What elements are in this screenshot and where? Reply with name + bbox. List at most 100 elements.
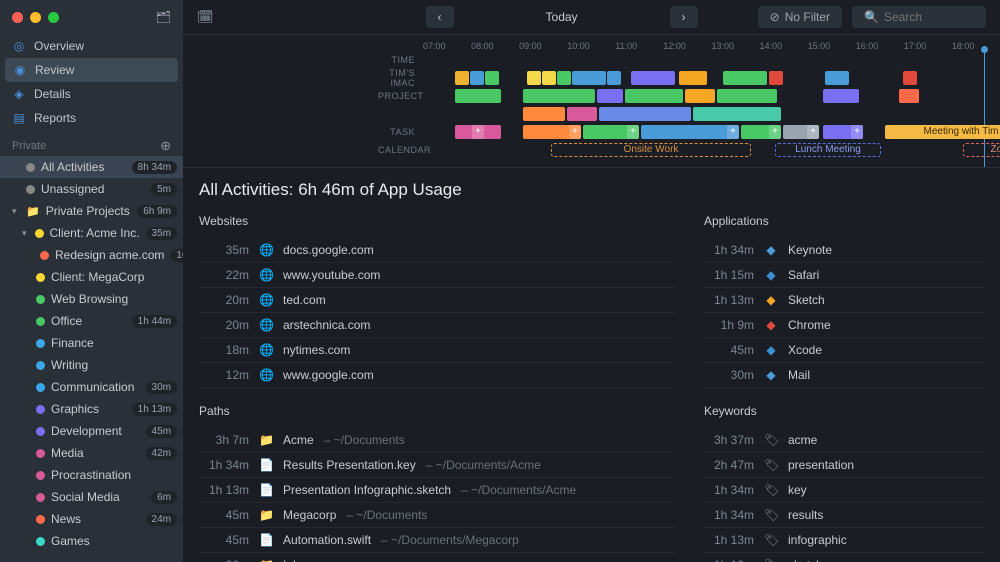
tree-item[interactable]: ▾📁Private Projects6h 9m (0, 200, 183, 222)
list-item[interactable]: 1h 9m◆Chrome (704, 313, 984, 338)
tree-item[interactable]: Writing (0, 354, 183, 376)
timeline-device-track[interactable] (423, 70, 990, 86)
app-icon: ◆ (764, 343, 778, 357)
section-team: Acme Team ⊕ (0, 552, 183, 562)
tree-item[interactable]: All Activities8h 34m (0, 156, 183, 178)
list-item[interactable]: 20m🌐arstechnica.com (199, 313, 674, 338)
list-item[interactable]: 45m◆Xcode (704, 338, 984, 363)
globe-icon: 🌐 (259, 243, 273, 257)
duration: 20m (203, 293, 249, 307)
list-item[interactable]: 45m📄Automation.swift – ~/Documents/Megac… (199, 528, 674, 553)
tree-item[interactable]: News24m (0, 508, 183, 530)
timeline-hour: 18:00 (952, 41, 1000, 51)
list-item[interactable]: 45m📁Megacorp – ~/Documents (199, 503, 674, 528)
duration-badge: 1h 44m (132, 315, 177, 328)
tree-item[interactable]: Finance (0, 332, 183, 354)
prev-day-button[interactable]: ‹ (426, 6, 454, 28)
list-item[interactable]: 20m🌐ted.com (199, 288, 674, 313)
add-private-icon[interactable]: ⊕ (160, 138, 171, 154)
tree-item[interactable]: ▾Client: Acme Inc.35m (0, 222, 183, 244)
list-item[interactable]: 1h 13m◆Sketch (704, 288, 984, 313)
path-name: Megacorp (283, 508, 336, 522)
tree-item[interactable]: Web Browsing (0, 288, 183, 310)
list-item[interactable]: 1h 13m📄Presentation Infographic.sketch –… (199, 478, 674, 503)
tl-label-calendar: CALENDAR (378, 145, 423, 155)
list-item[interactable]: 1h 15m◆Safari (704, 263, 984, 288)
nav-reports[interactable]: ▤ Reports (0, 106, 183, 130)
calendar-icon[interactable]: 🗓 (197, 9, 214, 25)
timeline-hour: 11:00 (615, 41, 663, 51)
duration-badge: 5m (151, 183, 177, 196)
list-item[interactable]: 18m🌐nytimes.com (199, 338, 674, 363)
list-item[interactable]: 1h 13m🏷sketch (704, 553, 984, 562)
tag-icon: 🏷 (764, 483, 778, 497)
tree-item[interactable]: Unassigned5m (0, 178, 183, 200)
color-dot-icon (26, 163, 35, 172)
tree-label: Graphics (51, 402, 99, 416)
tree-item[interactable]: Redesign acme.com10m (0, 244, 183, 266)
page-title: All Activities: 6h 46m of App Usage (199, 180, 984, 200)
app-icon: ◆ (764, 243, 778, 257)
list-item[interactable]: 30m📁Inbox (199, 553, 674, 562)
duration: 1h 34m (203, 458, 249, 472)
nav-overview[interactable]: ◎ Overview (0, 34, 183, 58)
maximize-window-icon[interactable] (48, 12, 59, 23)
list-item[interactable]: 35m🌐docs.google.com (199, 238, 674, 263)
tree-item[interactable]: Graphics1h 13m (0, 398, 183, 420)
app-name: Mail (788, 368, 810, 382)
tree-item[interactable]: Games (0, 530, 183, 552)
globe-icon: 🌐 (259, 318, 273, 332)
date-label[interactable]: Today (466, 6, 658, 28)
tree-item[interactable]: Client: MegaCorp (0, 266, 183, 288)
duration: 1h 13m (708, 293, 754, 307)
list-item[interactable]: 3h 7m📁Acme – ~/Documents (199, 428, 674, 453)
filter-button[interactable]: ⊘ No Filter (758, 6, 842, 28)
duration: 45m (203, 508, 249, 522)
tree-item[interactable]: Social Media6m (0, 486, 183, 508)
list-item[interactable]: 1h 34m📄Results Presentation.key – ~/Docu… (199, 453, 674, 478)
tree-item[interactable]: Development45m (0, 420, 183, 442)
folder-icon: 📁 (259, 508, 273, 522)
search-input[interactable] (884, 10, 974, 24)
timeline-hour: 15:00 (808, 41, 856, 51)
list-item[interactable]: 3h 37m🏷acme (704, 428, 984, 453)
timeline-hour: 16:00 (856, 41, 904, 51)
col-header: Keywords (704, 404, 984, 418)
details-icon: ◈ (12, 87, 26, 101)
tree-item[interactable]: Office1h 44m (0, 310, 183, 332)
keyword: acme (788, 433, 817, 447)
tree-item[interactable]: Communication30m (0, 376, 183, 398)
timeline-project-track[interactable] (423, 88, 990, 104)
list-item[interactable]: 1h 13m🏷infographic (704, 528, 984, 553)
list-item[interactable]: 30m◆Mail (704, 363, 984, 388)
list-item[interactable]: 2h 47m🏷presentation (704, 453, 984, 478)
list-item[interactable]: 1h 34m🏷key (704, 478, 984, 503)
tree-label: Web Browsing (51, 292, 128, 306)
tag-icon: 🏷 (764, 433, 778, 447)
timeline-task-track[interactable]: + + + + + + + Meeting with Tim + + + (423, 124, 990, 140)
globe-icon: 🌐 (259, 268, 273, 282)
keyword: sketch (788, 558, 823, 562)
tag-icon: 🏷 (764, 533, 778, 547)
app-icon: ◆ (764, 293, 778, 307)
close-window-icon[interactable] (12, 12, 23, 23)
path-suffix: – ~/Documents (324, 433, 405, 447)
duration-badge: 30m (146, 381, 177, 394)
nav-details[interactable]: ◈ Details (0, 82, 183, 106)
list-item[interactable]: 1h 34m🏷results (704, 503, 984, 528)
timeline-calendar-track[interactable]: Onsite Work Lunch Meeting Zoom Call: Acm… (423, 142, 990, 158)
tree-item[interactable]: Media42m (0, 442, 183, 464)
list-item[interactable]: 1h 34m◆Keynote (704, 238, 984, 263)
color-dot-icon (36, 515, 45, 524)
folder-icon[interactable]: 🗂 (156, 10, 171, 24)
search-box[interactable]: 🔍 (852, 6, 986, 28)
minimize-window-icon[interactable] (30, 12, 41, 23)
list-item[interactable]: 12m🌐www.google.com (199, 363, 674, 388)
website-name: arstechnica.com (283, 318, 370, 332)
tree-item[interactable]: Procrastination (0, 464, 183, 486)
list-item[interactable]: 22m🌐www.youtube.com (199, 263, 674, 288)
nav-review[interactable]: ◉ Review (5, 58, 178, 82)
next-day-button[interactable]: › (670, 6, 698, 28)
duration: 30m (708, 368, 754, 382)
timeline-project-track-2[interactable] (423, 106, 990, 122)
